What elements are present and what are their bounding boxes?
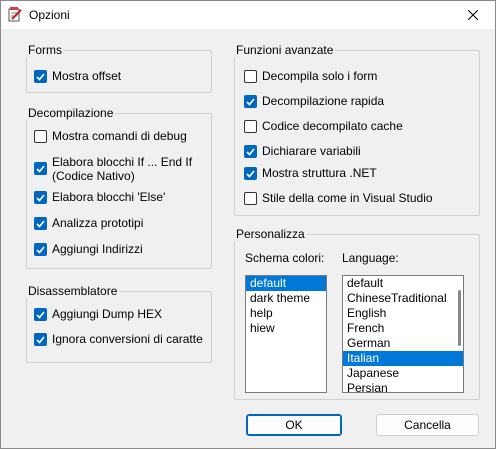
checkbox-stile-visual-studio[interactable]: Stile della come in Visual Studio xyxy=(244,191,433,205)
funzioni-avanzate-group-title: Funzioni avanzate xyxy=(234,43,336,57)
close-button[interactable] xyxy=(451,1,495,29)
checkmark-icon xyxy=(36,219,45,228)
checkbox-mostra-comandi-debug[interactable]: Mostra comandi di debug xyxy=(34,129,187,143)
checkmark-icon xyxy=(246,97,255,106)
checkbox-analizza-prototipi[interactable]: Analizza prototipi xyxy=(34,216,143,230)
checkbox-mostra-offset[interactable]: Mostra offset xyxy=(34,69,121,83)
list-item[interactable]: German xyxy=(343,336,463,351)
checkbox-dichiarare-variabili[interactable]: Dichiarare variabili xyxy=(244,144,361,158)
checkbox-label: Ignora conversioni di caratte xyxy=(52,332,203,346)
checkbox-label: Aggiungi Indirizzi xyxy=(52,242,143,256)
checkbox-label: Dichiarare variabili xyxy=(262,144,361,158)
checkmark-icon xyxy=(36,164,45,173)
list-item[interactable]: ChineseTraditional xyxy=(343,291,463,306)
checkmark-icon xyxy=(36,193,45,202)
checkbox-box[interactable] xyxy=(244,95,257,108)
checkbox-label: Decompila solo i form xyxy=(262,69,378,83)
checkmark-icon xyxy=(36,335,45,344)
checkbox-box[interactable] xyxy=(34,130,47,143)
personalizza-group-title: Personalizza xyxy=(234,227,307,241)
checkbox-box[interactable] xyxy=(34,217,47,230)
list-item[interactable]: default xyxy=(246,276,326,291)
list-item[interactable]: Italian xyxy=(343,351,463,366)
checkbox-box[interactable] xyxy=(244,70,257,83)
checkbox-label: Stile della come in Visual Studio xyxy=(262,191,433,205)
app-notepad-icon xyxy=(8,7,22,22)
checkmark-icon xyxy=(246,169,255,178)
decompilazione-group-title: Decompilazione xyxy=(26,106,116,120)
checkbox-label: Elabora blocchi If ... End If (Codice Na… xyxy=(52,155,193,183)
list-item[interactable]: default xyxy=(343,276,463,291)
checkbox-box[interactable] xyxy=(244,192,257,205)
checkbox-box[interactable] xyxy=(34,308,47,321)
checkbox-box[interactable] xyxy=(34,243,47,256)
forms-group-title: Forms xyxy=(26,43,64,57)
window-title: Opzioni xyxy=(29,8,70,22)
schema-colori-label: Schema colori: xyxy=(245,251,325,265)
list-item[interactable]: Persian xyxy=(343,381,463,392)
checkbox-ignora-conversioni[interactable]: Ignora conversioni di caratte xyxy=(34,332,203,346)
checkbox-box[interactable] xyxy=(244,120,257,133)
checkbox-label: Elabora blocchi 'Else' xyxy=(52,190,166,204)
checkbox-label: Mostra struttura .NET xyxy=(262,166,377,180)
checkbox-label: Decompilazione rapida xyxy=(262,94,385,108)
disassemblatore-group xyxy=(26,291,212,363)
checkbox-label: Codice decompilato cache xyxy=(262,119,403,133)
checkbox-box[interactable] xyxy=(34,191,47,204)
language-scrollbar[interactable] xyxy=(458,290,461,346)
list-item[interactable]: English xyxy=(343,306,463,321)
list-item[interactable]: help xyxy=(246,306,326,321)
options-dialog: Opzioni Forms Mostra offset Decompilazio… xyxy=(0,0,496,449)
checkbox-elabora-else[interactable]: Elabora blocchi 'Else' xyxy=(34,190,165,204)
list-item[interactable]: Japanese xyxy=(343,366,463,381)
checkbox-box[interactable] xyxy=(34,162,47,175)
checkbox-codice-cache[interactable]: Codice decompilato cache xyxy=(244,119,403,133)
cancel-button[interactable]: Cancella xyxy=(376,414,479,436)
checkbox-box[interactable] xyxy=(244,145,257,158)
list-item[interactable]: French xyxy=(343,321,463,336)
checkbox-box[interactable] xyxy=(244,167,257,180)
language-listbox[interactable]: default ChineseTraditional English French Ge… xyxy=(342,275,464,393)
checkmark-icon xyxy=(36,310,45,319)
checkbox-label: Mostra offset xyxy=(52,69,122,83)
schema-colori-listbox[interactable]: default dark theme help hiew xyxy=(245,275,327,393)
language-label: Language: xyxy=(342,251,399,265)
checkbox-elabora-if[interactable]: Elabora blocchi If ... End If (Codice Na… xyxy=(34,155,192,183)
checkbox-decompila-solo-form[interactable]: Decompila solo i form xyxy=(244,69,377,83)
checkbox-label: Aggiungi Dump HEX xyxy=(52,307,163,321)
checkbox-decompilazione-rapida[interactable]: Decompilazione rapida xyxy=(244,94,384,108)
list-item[interactable]: dark theme xyxy=(246,291,326,306)
checkbox-box[interactable] xyxy=(34,70,47,83)
checkbox-dump-hex[interactable]: Aggiungi Dump HEX xyxy=(34,307,162,321)
checkmark-icon xyxy=(36,245,45,254)
close-icon xyxy=(468,10,478,20)
checkbox-label: Mostra comandi di debug xyxy=(52,129,187,143)
ok-button[interactable]: OK xyxy=(246,414,342,436)
list-item[interactable]: hiew xyxy=(246,321,326,336)
checkbox-label: Analizza prototipi xyxy=(52,216,144,230)
checkbox-box[interactable] xyxy=(34,333,47,346)
checkmark-icon xyxy=(246,147,255,156)
checkbox-aggiungi-indirizzi[interactable]: Aggiungi Indirizzi xyxy=(34,242,143,256)
title-bar: Opzioni xyxy=(1,1,495,29)
checkmark-icon xyxy=(36,72,45,81)
checkbox-struttura-net[interactable]: Mostra struttura .NET xyxy=(244,166,377,180)
disassemblatore-group-title: Disassemblatore xyxy=(26,284,120,298)
